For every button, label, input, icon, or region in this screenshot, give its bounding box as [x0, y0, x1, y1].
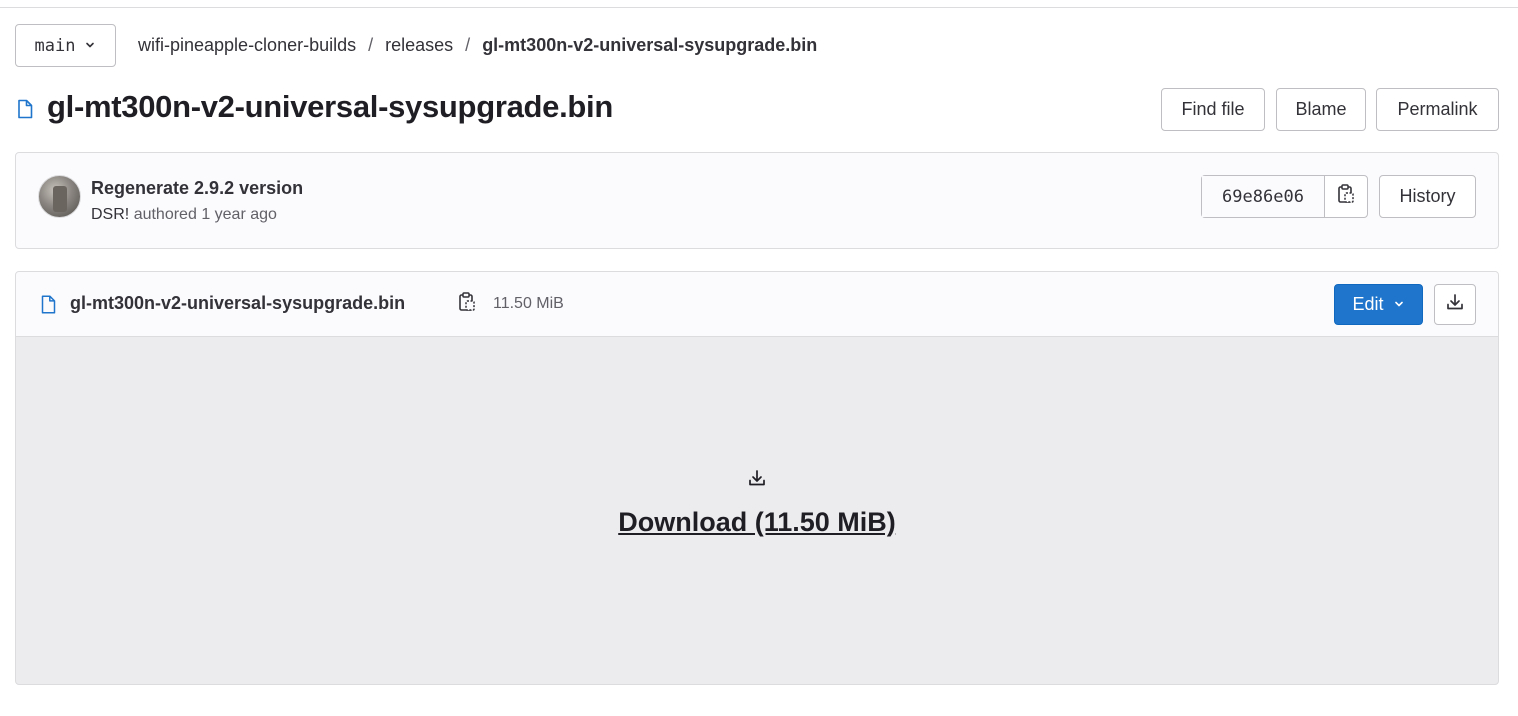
- download-link[interactable]: Download (11.50 MiB): [16, 507, 1498, 538]
- blame-button[interactable]: Blame: [1276, 88, 1366, 131]
- edit-button[interactable]: Edit: [1334, 284, 1423, 325]
- breadcrumb-separator: /: [368, 34, 374, 55]
- file-header: gl-mt300n-v2-universal-sysupgrade.bin 11…: [16, 272, 1498, 337]
- page-title: gl-mt300n-v2-universal-sysupgrade.bin: [47, 89, 614, 124]
- branch-name: main: [34, 35, 76, 56]
- file-viewer: gl-mt300n-v2-universal-sysupgrade.bin 11…: [15, 271, 1499, 685]
- find-file-button[interactable]: Find file: [1161, 88, 1265, 131]
- clipboard-icon: [1337, 184, 1355, 209]
- file-icon: [41, 295, 56, 314]
- copy-sha-button[interactable]: [1325, 176, 1367, 217]
- authored-label: authored: [133, 206, 197, 223]
- file-size: 11.50 MiB: [493, 295, 564, 312]
- commit-sha[interactable]: 69e86e06: [1202, 176, 1325, 217]
- permalink-button[interactable]: Permalink: [1376, 88, 1499, 131]
- chevron-down-icon: [84, 36, 96, 56]
- commit-message[interactable]: Regenerate 2.9.2 version: [91, 178, 303, 199]
- clipboard-icon: [458, 291, 476, 317]
- download-icon: [1445, 292, 1465, 317]
- commit-time: 1 year ago: [201, 206, 277, 223]
- download-button[interactable]: [1434, 284, 1476, 325]
- download-placeholder: [16, 468, 1498, 493]
- breadcrumb-separator: /: [465, 34, 471, 55]
- download-icon: [747, 468, 767, 488]
- chevron-down-icon: [1393, 294, 1405, 315]
- file-icon: [17, 99, 33, 119]
- breadcrumb-item-releases[interactable]: releases: [385, 35, 453, 56]
- top-divider: [0, 7, 1518, 8]
- breadcrumb: wifi-pineapple-cloner-builds / releases …: [138, 33, 817, 57]
- breadcrumb-item-repo[interactable]: wifi-pineapple-cloner-builds: [138, 35, 356, 56]
- commit-sha-group: 69e86e06: [1201, 175, 1368, 218]
- breadcrumb-item-current[interactable]: gl-mt300n-v2-universal-sysupgrade.bin: [482, 35, 817, 56]
- commit-meta: DSR! authored 1 year ago: [91, 206, 277, 224]
- commit-author[interactable]: DSR!: [91, 206, 129, 223]
- file-name: gl-mt300n-v2-universal-sysupgrade.bin: [70, 293, 406, 313]
- edit-label: Edit: [1352, 294, 1384, 314]
- branch-selector[interactable]: main: [15, 24, 116, 67]
- copy-file-path-button[interactable]: [457, 291, 477, 317]
- avatar[interactable]: [38, 175, 81, 218]
- history-button[interactable]: History: [1379, 175, 1476, 218]
